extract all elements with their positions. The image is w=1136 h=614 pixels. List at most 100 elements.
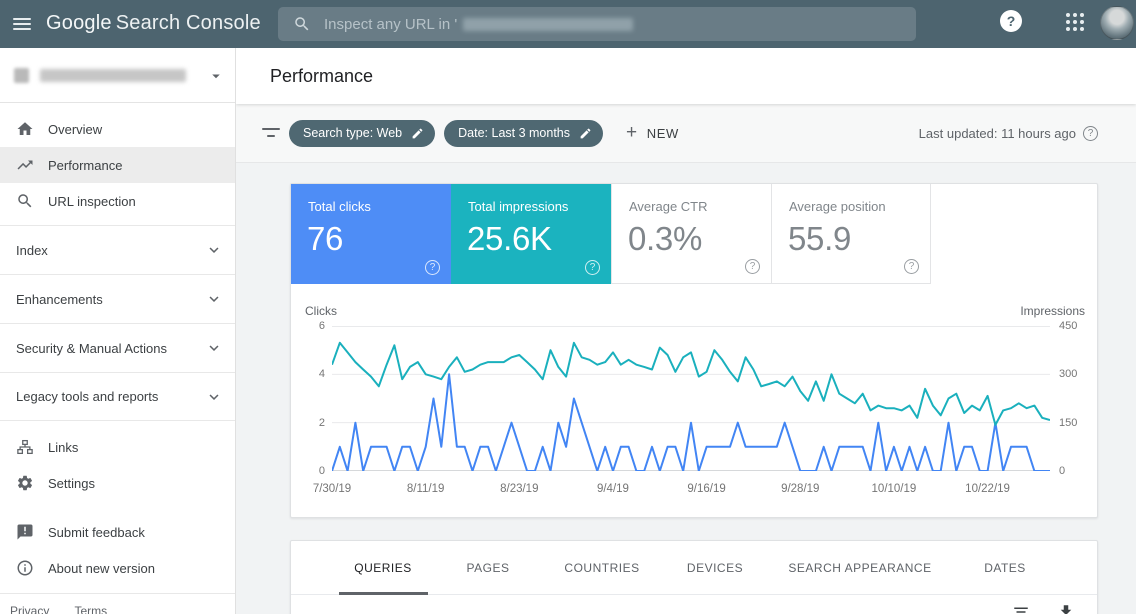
sidebar-item-label: Performance [48,157,123,173]
metric-label: Total impressions [468,199,569,214]
new-label: NEW [646,125,679,141]
sidebar-item-url-inspection[interactable]: URL inspection [0,183,235,219]
logo-google: Google [46,12,112,34]
total-impressions-card[interactable]: Total impressions 25.6K ? [451,184,611,284]
sidebar-section-enhancements[interactable]: Enhancements [0,274,235,323]
tab-queries[interactable]: QUERIES [354,541,412,595]
sidebar-nav-bottom: Links Settings [0,421,235,501]
filter-list-icon[interactable] [1012,603,1030,614]
question-circle-icon[interactable]: ? [585,260,600,275]
x-axis-date-label: 8/23/19 [500,483,539,495]
date-filter-chip[interactable]: Date: Last 3 months [444,119,604,147]
metric-value: 25.6K [467,220,552,257]
table-toolbar [897,595,1097,614]
question-circle-icon[interactable]: ? [425,260,440,275]
sidebar-item-label: Submit feedback [48,524,145,540]
top-app-bar: Google Search Console Inspect any URL in … [0,0,1136,48]
metric-value: 76 [307,220,344,257]
sidebar-item-submit-feedback[interactable]: Submit feedback [0,514,235,550]
right-axis-tick: 0 [1059,465,1066,477]
metric-label: Average CTR [629,199,708,214]
help-icon[interactable]: ? [1000,10,1022,32]
dropdown-caret-icon [212,74,220,79]
trending-up-icon [17,160,33,170]
hamburger-menu-icon[interactable] [13,15,33,31]
tab-search-appearance[interactable]: SEARCH APPEARANCE [788,541,931,595]
download-icon[interactable] [1057,603,1075,614]
search-type-filter-chip[interactable]: Search type: Web [289,119,436,147]
sidebar-item-performance[interactable]: Performance [0,147,235,183]
filter-bar: Search type: Web Date: Last 3 months + N… [236,104,1136,163]
x-axis-date-label: 9/16/19 [687,483,726,495]
property-favicon-blurred [14,68,29,83]
info-icon [17,560,33,576]
chevron-down-icon [209,296,219,302]
search-placeholder: Inspect any URL in ' [324,15,458,33]
logo-search-console: Search Console [115,12,261,34]
last-updated-text: Last updated: 11 hours ago [918,126,1076,141]
dimension-tabs: QUERIES PAGES COUNTRIES DEVICES SEARCH A… [291,541,1097,595]
dimensions-panel: QUERIES PAGES COUNTRIES DEVICES SEARCH A… [290,540,1098,614]
filter-icon[interactable] [262,127,280,139]
sidebar-nav-misc: Submit feedback About new version [0,501,235,586]
x-axis-date-label: 8/11/19 [406,483,445,495]
tab-dates[interactable]: DATES [984,541,1026,595]
section-label: Security & Manual Actions [16,340,168,356]
app-logo: Google Search Console [46,12,261,35]
google-apps-grid-icon[interactable] [1066,13,1088,35]
average-ctr-card[interactable]: Average CTR 0.3% ? [611,184,771,284]
sidebar-section-index[interactable]: Index [0,225,235,274]
feedback-icon [17,524,33,540]
metric-label: Average position [789,199,886,214]
section-label: Enhancements [16,291,103,307]
metric-cards: Total clicks 76 ? Total impressions 25.6… [291,184,1097,284]
sidebar-item-about-new-version[interactable]: About new version [0,550,235,586]
average-position-card[interactable]: Average position 55.9 ? [771,184,931,284]
sidebar-item-label: About new version [48,560,155,576]
chevron-down-icon [209,345,219,351]
privacy-link[interactable]: Privacy [10,604,49,614]
question-circle-icon[interactable]: ? [745,259,760,274]
new-filter-button[interactable]: + NEW [626,122,679,144]
tab-countries[interactable]: COUNTRIES [564,541,639,595]
sidebar-item-overview[interactable]: Overview [0,111,235,147]
left-axis-tick: 6 [318,320,325,332]
right-axis-title: Impressions [1020,304,1085,318]
left-axis-tick: 0 [318,465,325,477]
sidebar-item-label: Settings [48,475,95,491]
left-axis-title: Clicks [305,304,337,318]
url-inspect-search-bar[interactable]: Inspect any URL in ' [278,7,916,41]
links-tree-icon [17,439,33,455]
property-selector[interactable] [0,48,235,103]
sidebar-section-security-manual-actions[interactable]: Security & Manual Actions [0,323,235,372]
plus-icon: + [626,122,638,143]
performance-chart-svg[interactable] [332,326,1050,471]
x-axis-date-label: 7/30/19 [312,483,352,495]
sidebar-item-label: Links [48,439,79,455]
performance-panel: Total clicks 76 ? Total impressions 25.6… [290,183,1098,518]
sidebar-nav-top: Overview Performance URL inspection [0,103,235,219]
blurred-property-name [463,17,634,31]
section-label: Legacy tools and reports [16,389,159,404]
home-icon [17,122,33,135]
sidebar-item-links[interactable]: Links [0,429,235,465]
x-axis-date-label: 10/10/19 [871,483,917,495]
total-clicks-card[interactable]: Total clicks 76 ? [291,184,451,284]
gear-icon [17,475,33,491]
metric-value: 55.9 [788,220,852,257]
question-circle-icon[interactable]: ? [904,259,919,274]
sidebar-footer: Privacy Terms [0,594,235,614]
chip-label: Date: Last 3 months [458,126,571,140]
user-avatar[interactable] [1100,6,1134,40]
tab-pages[interactable]: PAGES [467,541,510,595]
terms-link[interactable]: Terms [74,604,107,614]
sidebar-section-legacy-tools[interactable]: Legacy tools and reports [0,372,235,421]
sidebar-item-settings[interactable]: Settings [0,465,235,501]
section-label: Index [16,242,48,258]
tab-devices[interactable]: DEVICES [687,541,743,595]
chevron-down-icon [209,394,219,400]
question-circle-icon[interactable]: ? [1083,126,1098,141]
search-icon [18,194,32,208]
sidebar-item-label: URL inspection [48,193,136,209]
property-name-blurred [40,69,186,82]
